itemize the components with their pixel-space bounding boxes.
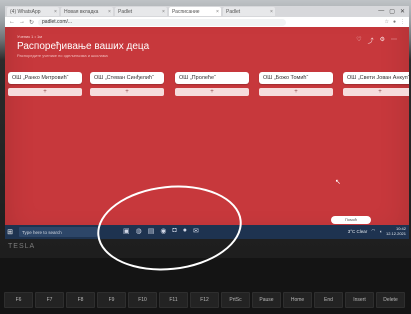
board-header: Ученик 1 • 1м Распоређивање ваших деца Р…: [17, 34, 397, 66]
browser-tab[interactable]: Padlet ×: [223, 7, 275, 16]
system-tray: 3°C Clear ◠ ◖ 10:42 12.12.2021: [348, 226, 406, 236]
keyboard-key: Pause: [252, 292, 281, 308]
column-title[interactable]: ОШ „Стеван Синђелић“: [90, 72, 164, 84]
keyboard-key: F10: [128, 292, 157, 308]
add-post-button[interactable]: +: [259, 88, 333, 96]
close-icon[interactable]: ×: [108, 9, 111, 15]
profile-icon[interactable]: ●: [393, 19, 396, 25]
column-title[interactable]: ОШ „Божо Томић“: [259, 72, 333, 84]
forward-icon[interactable]: →: [19, 19, 25, 25]
tab-label: Padlet: [118, 8, 133, 15]
keyboard-key: F12: [190, 292, 219, 308]
keyboard-key: Insert: [345, 292, 374, 308]
back-icon[interactable]: ←: [9, 19, 15, 25]
minimize-icon[interactable]: —: [378, 8, 384, 15]
board-column: ОШ „Свети Јован Анкуп“ +: [343, 72, 409, 96]
close-icon[interactable]: ×: [216, 9, 219, 15]
browser-tab[interactable]: Padlet ×: [115, 7, 167, 16]
window-controls: — ▢ ✕: [378, 8, 409, 15]
tab-label: (4) WhatsApp: [10, 8, 41, 15]
extension-icons: ☆ ● ⋮: [384, 19, 409, 25]
close-window-icon[interactable]: ✕: [400, 8, 405, 15]
board-header-actions: ♡ ⤴ ⚙ ⋯: [356, 36, 397, 45]
browser-tab[interactable]: (4) WhatsApp ×: [7, 7, 59, 16]
close-icon[interactable]: ×: [270, 9, 273, 15]
mouse-cursor-icon: ↖: [335, 179, 341, 186]
browser-tab[interactable]: Новая вкладка ×: [61, 7, 113, 16]
address-input[interactable]: padlet.com/...: [38, 18, 287, 26]
keyboard-key: F7: [35, 292, 64, 308]
clock-date: 12.12.2021: [385, 231, 406, 236]
keyboard-key: F6: [4, 292, 33, 308]
keyboard-key: F8: [66, 292, 95, 308]
gear-icon[interactable]: ⚙: [380, 36, 385, 45]
keyboard-key: F11: [159, 292, 188, 308]
tab-label: Новая вкладка: [64, 8, 99, 15]
weather-label[interactable]: 3°C Clear: [348, 229, 368, 234]
add-post-button[interactable]: +: [8, 88, 82, 96]
close-icon[interactable]: ×: [54, 9, 57, 15]
keyboard-key: PrtSc: [221, 292, 250, 308]
share-icon[interactable]: ⤴: [368, 36, 374, 45]
board-column: ОШ „Ранко Митровић“ +: [8, 72, 82, 96]
menu-icon[interactable]: ⋮: [400, 19, 405, 25]
board-column: ОШ „Божо Томић“ +: [259, 72, 333, 96]
browser-tab-strip: (4) WhatsApp × Новая вкладка × Padlet × Рас…: [5, 6, 409, 17]
column-title[interactable]: ОШ „Свети Јован Анкуп“: [343, 72, 409, 84]
tab-label: Расписание: [172, 8, 200, 15]
keyboard-key: Home: [283, 292, 312, 308]
function-key-row: F6 F7 F8 F9 F10 F11 F12 PrtSc Pause Home…: [4, 292, 405, 308]
address-bar-row: ← → ↻ padlet.com/... ☆ ● ⋮: [5, 17, 409, 27]
more-icon[interactable]: ⋯: [391, 36, 397, 45]
laptop-brand-logo: TESLA: [8, 243, 36, 250]
reload-icon[interactable]: ↻: [29, 19, 34, 26]
keyboard-key: End: [314, 292, 343, 308]
maximize-icon[interactable]: ▢: [389, 8, 395, 15]
add-post-button[interactable]: +: [175, 88, 249, 96]
close-icon[interactable]: ×: [162, 9, 165, 15]
tab-label: Padlet: [226, 8, 241, 15]
column-title[interactable]: ОШ „Ранко Митровић“: [8, 72, 82, 84]
keyboard-key: Delete: [376, 292, 405, 308]
help-button[interactable]: Помоћ: [331, 216, 371, 224]
board-title: Распоређивање ваших деца: [17, 41, 150, 52]
board-column: ОШ „Стеван Синђелић“ +: [90, 72, 164, 96]
star-icon[interactable]: ☆: [384, 19, 388, 25]
add-post-button[interactable]: +: [90, 88, 164, 96]
column-title[interactable]: ОШ „Пролеће“: [175, 72, 249, 84]
board-column: ОШ „Пролеће“ +: [175, 72, 249, 96]
wifi-icon[interactable]: ◠: [371, 228, 375, 234]
volume-icon[interactable]: ◖: [379, 229, 382, 234]
keyboard-key: F9: [97, 292, 126, 308]
browser-tab-active[interactable]: Расписание ×: [169, 7, 221, 16]
taskbar-search-input[interactable]: Type here to search: [19, 227, 97, 237]
board-author: Ученик 1 • 1м: [17, 34, 42, 39]
start-button[interactable]: ⊞: [5, 228, 15, 236]
heart-icon[interactable]: ♡: [356, 36, 361, 45]
add-post-button[interactable]: +: [343, 88, 409, 96]
board-subtitle: Распоредите ученике по одељењима и школа…: [17, 53, 108, 58]
taskbar-clock[interactable]: 10:42 12.12.2021: [386, 226, 406, 236]
